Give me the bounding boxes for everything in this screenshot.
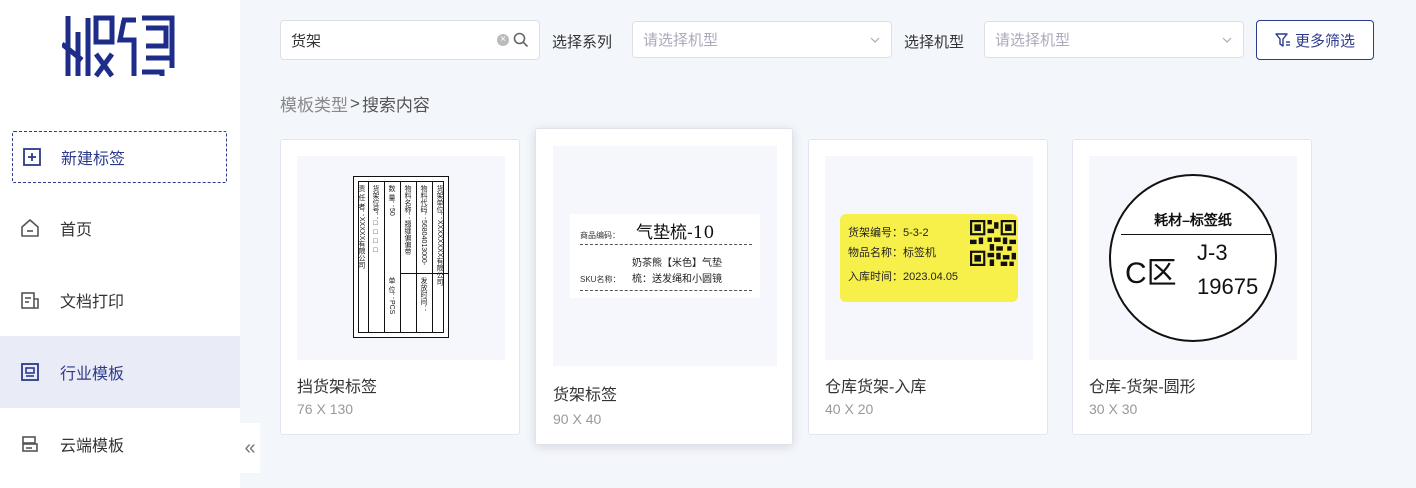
search-box[interactable]: × — [280, 20, 540, 60]
preview-row: 责 任 者：XXXXX有限公司 — [358, 185, 365, 269]
breadcrumb-parent[interactable]: 模板类型 — [280, 91, 348, 116]
sidebar-item-cloud-template[interactable]: 云端模板 — [0, 408, 240, 480]
preview-row: 物料代码：56804013000-12 — [420, 185, 427, 266]
sidebar-item-label: 首页 — [60, 222, 93, 239]
chevron-down-icon — [1221, 34, 1233, 46]
preview-row: 数 量：50 — [388, 185, 395, 216]
sidebar-item-home[interactable]: 首页 — [0, 192, 240, 264]
goods-label-preview: 商品编码： 气垫梳-10 奶茶熊【米色】气垫 SKU名称： 梳：送发绳和小圆镜 — [570, 214, 760, 298]
template-size: 90 X 40 — [553, 411, 602, 427]
preview-row: 货架单位：XXXXXXXX有限公司 — [436, 185, 443, 286]
sidebar-item-document-print[interactable]: 文档打印 — [0, 264, 240, 336]
cloud-template-icon — [20, 434, 40, 454]
series-filter-label: 选择系列 — [552, 34, 613, 51]
template-card[interactable]: 耗材–标签纸 C区 J-3 19675 仓库-货架-圆形 30 X 30 — [1072, 139, 1312, 435]
new-label-button[interactable]: 新建标签 — [12, 131, 227, 183]
breadcrumb-current: 搜索内容 — [361, 96, 430, 115]
template-size: 76 X 130 — [297, 401, 354, 417]
sidebar: 新建标签 首页 文档打印 行业模板 云端模板 — [0, 0, 240, 488]
preview-code-label: 商品编码： — [580, 231, 620, 240]
preview-sku-line: 奶茶熊【米色】气垫 — [632, 258, 722, 269]
preview-code: 19675 — [1197, 274, 1259, 299]
template-name: 仓库货架-入库 — [825, 379, 927, 396]
double-chevron-left-icon: « — [244, 436, 256, 459]
collapse-sidebar-button[interactable]: « — [240, 423, 260, 473]
preview-row: 单 位：PCS — [388, 277, 395, 315]
qr-code-icon — [970, 220, 1016, 266]
round-label-preview: 耗材–标签纸 C区 J-3 19675 — [1109, 174, 1277, 342]
preview-row: 货架位号：□ □ □ □ — [372, 185, 379, 254]
series-select-placeholder: 请选择机型 — [643, 32, 719, 49]
breadcrumb-separator: > — [350, 93, 360, 113]
home-icon — [20, 218, 40, 238]
template-size: 30 X 30 — [1089, 401, 1138, 417]
sidebar-item-label: 行业模板 — [60, 366, 125, 383]
new-label-text: 新建标签 — [61, 151, 126, 168]
sidebar-item-label: 云端模板 — [60, 438, 125, 455]
chevron-down-icon — [869, 34, 881, 46]
model-select-placeholder: 请选择机型 — [995, 32, 1071, 49]
template-preview: 货架编号：5-3-2 物品名称：标签机 入库时间：2023.04.05 — [825, 156, 1033, 360]
template-size: 40 X 20 — [825, 401, 874, 417]
preview-sku-line: 梳：送发绳和小圆镜 — [632, 274, 722, 285]
preview-row: 发放时间：2023.5.11 — [420, 277, 427, 312]
template-preview: 货架单位：XXXXXXXX有限公司 物料代码：56804013000-12 发放… — [297, 156, 505, 360]
search-input[interactable] — [291, 31, 497, 49]
template-card[interactable]: 商品编码： 气垫梳-10 奶茶熊【米色】气垫 SKU名称： 梳：送发绳和小圆镜 … — [535, 128, 793, 445]
more-filter-button[interactable]: 更多筛选 — [1256, 20, 1374, 60]
preview-line: 入库时间：2023.04.05 — [848, 271, 959, 283]
preview-area: C区 — [1125, 257, 1177, 290]
template-name: 货架标签 — [553, 387, 618, 404]
more-filter-label: 更多筛选 — [1294, 32, 1355, 50]
model-filter-label: 选择机型 — [904, 34, 965, 51]
preview-code: 气垫梳-10 — [636, 223, 715, 243]
search-icon[interactable] — [513, 32, 529, 48]
shelf-label-preview: 货架单位：XXXXXXXX有限公司 物料代码：56804013000-12 发放… — [353, 176, 449, 338]
preview-row: 物料名称：翘缝偏偏带（1525） — [404, 185, 411, 255]
industry-template-icon — [20, 362, 40, 382]
sidebar-item-label: 文档打印 — [60, 294, 125, 311]
template-preview: 商品编码： 气垫梳-10 奶茶熊【米色】气垫 SKU名称： 梳：送发绳和小圆镜 — [553, 146, 777, 366]
preview-code: J-3 — [1197, 240, 1228, 265]
logo-mark — [60, 15, 175, 78]
add-square-icon — [23, 148, 41, 166]
filter-icon — [1275, 32, 1291, 48]
document-print-icon — [20, 290, 40, 310]
template-card[interactable]: 货架编号：5-3-2 物品名称：标签机 入库时间：2023.04.05 仓库货架… — [808, 139, 1048, 435]
series-select[interactable]: 请选择机型 — [632, 21, 892, 58]
breadcrumb: 模板类型 > 搜索内容 — [280, 91, 430, 116]
sidebar-item-industry-template[interactable]: 行业模板 — [0, 336, 240, 408]
clear-icon[interactable]: × — [497, 34, 509, 46]
template-preview: 耗材–标签纸 C区 J-3 19675 — [1089, 156, 1297, 360]
preview-line: 物品名称：标签机 — [848, 247, 936, 259]
preview-title: 耗材–标签纸 — [1154, 212, 1232, 228]
warehouse-label-preview: 货架编号：5-3-2 物品名称：标签机 入库时间：2023.04.05 — [840, 214, 1018, 302]
app-logo — [60, 14, 176, 78]
preview-sku-label: SKU名称： — [580, 275, 621, 284]
template-name: 仓库-货架-圆形 — [1089, 379, 1196, 396]
model-select[interactable]: 请选择机型 — [984, 21, 1244, 58]
preview-line: 货架编号：5-3-2 — [848, 227, 929, 239]
template-name: 挡货架标签 — [297, 379, 378, 396]
template-card[interactable]: 货架单位：XXXXXXXX有限公司 物料代码：56804013000-12 发放… — [280, 139, 520, 435]
